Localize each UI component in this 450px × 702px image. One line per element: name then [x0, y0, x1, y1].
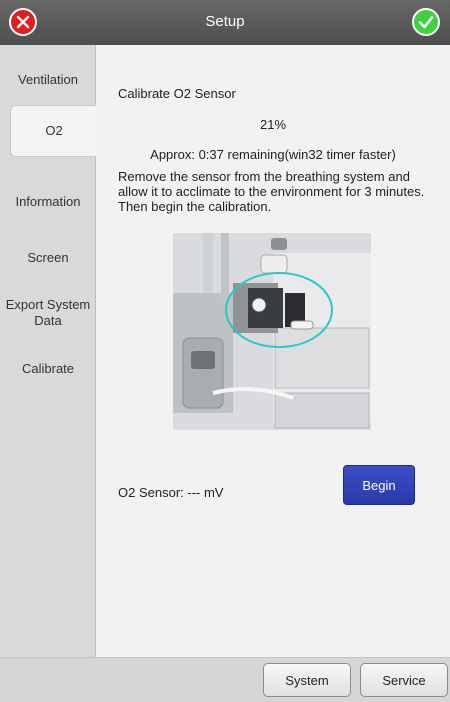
o2-sensor-readout: O2 Sensor: --- mV: [118, 485, 224, 500]
sidebar: Ventilation O2 Information Screen Export…: [0, 45, 97, 657]
main-content: Calibrate O2 Sensor 21% Approx: 0:37 rem…: [96, 45, 450, 657]
sidebar-item-information[interactable]: Information: [0, 194, 96, 210]
page-heading: Calibrate O2 Sensor: [118, 86, 236, 101]
window-title: Setup: [205, 13, 245, 30]
time-remaining: Approx: 0:37 remaining(win32 timer faste…: [150, 147, 396, 162]
sidebar-item-ventilation[interactable]: Ventilation: [0, 72, 96, 88]
instructions-text: Remove the sensor from the breathing sys…: [118, 169, 425, 214]
sensor-location-image: [173, 233, 371, 430]
confirm-button[interactable]: [412, 8, 440, 36]
o2-percent: 21%: [259, 117, 287, 132]
begin-button[interactable]: Begin: [343, 465, 415, 505]
footer-bar: System Service: [0, 657, 450, 702]
system-button[interactable]: System: [263, 663, 351, 697]
sidebar-item-calibrate[interactable]: Calibrate: [0, 361, 96, 377]
service-button[interactable]: Service: [360, 663, 448, 697]
checkmark-icon: [418, 16, 434, 29]
sidebar-item-o2[interactable]: O2: [10, 105, 97, 157]
sidebar-item-export-system-data[interactable]: Export System Data: [0, 297, 96, 329]
title-bar: Setup: [0, 0, 450, 45]
sidebar-item-label: O2: [45, 123, 63, 138]
sidebar-item-screen[interactable]: Screen: [0, 250, 96, 266]
